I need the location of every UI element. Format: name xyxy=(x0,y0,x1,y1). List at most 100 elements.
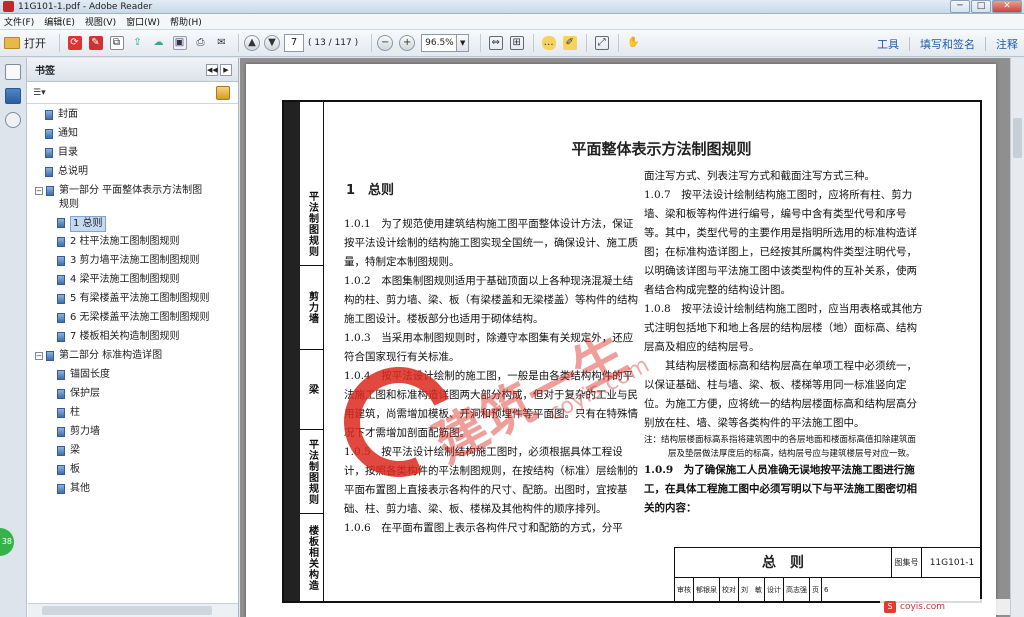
tb-field: 校对 xyxy=(720,578,739,602)
tb-field: 刘 敏 xyxy=(739,578,765,602)
paragraph: 1.0.1 为了规范使用建筑结构施工图平面整体设计方法，保证按平法设计绘制的结构… xyxy=(344,218,638,268)
zoom-in-button[interactable]: + xyxy=(399,35,416,51)
side-tab: 梁 xyxy=(300,350,324,430)
bookmark-item[interactable]: 剪力墙 xyxy=(57,425,100,443)
bookmarks-title: 书签 xyxy=(35,66,55,77)
bookmark-item[interactable]: 柱 xyxy=(57,406,80,424)
scroll-thumb[interactable] xyxy=(42,606,212,615)
title-block-label: 图集号 xyxy=(892,548,922,577)
fit-page-button[interactable]: ⊞ xyxy=(507,34,526,53)
toolbar-right-divider xyxy=(985,37,986,51)
ime-bar: S coyis.com xyxy=(880,599,1010,615)
edit-pdf-icon: ✎ xyxy=(88,36,103,50)
ime-icon[interactable]: S xyxy=(884,601,896,613)
zoom-dropdown-button[interactable]: ▼ xyxy=(457,34,470,52)
bookmark-item[interactable]: 3 剪力墙平法施工图制图规则 xyxy=(57,254,200,272)
menu-edit[interactable]: 编辑(E) xyxy=(44,15,75,28)
bookmark-item[interactable]: 6 无梁楼盖平法施工图制图规则 xyxy=(57,311,210,329)
combine-button[interactable]: ⧉ xyxy=(107,34,126,53)
side-tab: 平法制图规则 xyxy=(300,182,324,266)
open-label: 打开 xyxy=(24,37,46,50)
bookmark-item[interactable]: 梁 xyxy=(57,444,80,462)
attachments-icon[interactable] xyxy=(5,112,21,128)
hand-tool-button[interactable]: ✋ xyxy=(624,34,643,53)
close-button[interactable]: ✕ xyxy=(992,0,1022,13)
open-button[interactable]: 打开 xyxy=(4,35,46,51)
tb-field: 设计 xyxy=(765,578,784,602)
email-icon: ✉ xyxy=(217,37,226,48)
expand-button[interactable]: ⤢ xyxy=(592,34,611,53)
bookmark-item[interactable]: 锚固长度 xyxy=(57,368,110,386)
tb-field: 审核 xyxy=(675,578,694,602)
bookmarks-toolbar: ☰▾ xyxy=(27,82,238,104)
collapse-icon[interactable]: − xyxy=(35,187,43,195)
toolbar-divider xyxy=(618,34,620,52)
bookmark-item[interactable]: 7 楼板相关构造制图规则 xyxy=(57,330,180,348)
minimize-button[interactable]: ─ xyxy=(950,0,970,13)
zoom-out-button[interactable]: − xyxy=(377,35,394,51)
menu-bar: 文件(F) 编辑(E) 视图(V) 窗口(W) 帮助(H) xyxy=(0,14,1024,30)
bookmark-options-button[interactable]: ☰▾ xyxy=(33,88,46,98)
menu-file[interactable]: 文件(F) xyxy=(4,15,34,28)
print-button[interactable]: ⎙ xyxy=(191,34,210,53)
save-button[interactable]: ▣ xyxy=(170,34,189,53)
bookmark-item-selected[interactable]: 1 总则 xyxy=(57,216,106,234)
collapse-icon[interactable]: − xyxy=(35,352,43,360)
page-thumbnails-icon[interactable] xyxy=(5,64,21,80)
highlight-button[interactable]: ✐ xyxy=(560,34,579,53)
bookmark-item[interactable]: 封面 xyxy=(45,108,78,126)
window-title: 11G101-1.pdf - Adobe Reader xyxy=(18,1,153,12)
watermark: 建筑一生 coyis.com xyxy=(328,325,654,493)
tools-link[interactable]: 工具 xyxy=(877,36,899,52)
share-button[interactable]: ⇪ xyxy=(128,34,147,53)
page-number-input[interactable]: 7 xyxy=(284,34,304,52)
bookmark-item[interactable]: 2 柱平法施工图制图规则 xyxy=(57,235,180,253)
bookmark-tree: 封面 通知 目录 总说明 − 第一部分 平面整体表示方法制图规则 1 总则 2 柱… xyxy=(27,106,239,601)
edit-pdf-button[interactable]: ✎ xyxy=(86,34,105,53)
maximize-button[interactable]: □ xyxy=(971,0,991,13)
bookmark-item[interactable]: 通知 xyxy=(45,127,78,145)
next-page-button[interactable]: ▼ xyxy=(264,35,280,51)
zoom-level-input[interactable]: 96.5% xyxy=(421,34,458,52)
bookmark-item[interactable]: 目录 xyxy=(45,146,78,164)
scroll-thumb[interactable] xyxy=(1013,118,1022,158)
menu-help[interactable]: 帮助(H) xyxy=(170,15,202,28)
bookmark-item[interactable]: 总说明 xyxy=(45,165,88,183)
bookmark-item[interactable]: 4 梁平法施工图制图规则 xyxy=(57,273,180,291)
paragraph: 1.0.6 在平面布置图上表示各构件尺寸和配筋的方式，分平 xyxy=(344,522,623,534)
email-button[interactable]: ✉ xyxy=(212,34,231,53)
fill-sign-link[interactable]: 填写和签名 xyxy=(920,36,975,52)
fit-page-icon: ⊞ xyxy=(509,36,524,50)
document-vscrollbar[interactable] xyxy=(1010,58,1024,617)
print-icon: ⎙ xyxy=(196,37,205,48)
hand-icon: ✋ xyxy=(627,37,640,48)
new-bookmark-icon[interactable] xyxy=(216,86,230,100)
bookmark-item-part1[interactable]: − 第一部分 平面整体表示方法制图规则 xyxy=(35,184,205,214)
bookmark-icon xyxy=(46,351,54,361)
bookmark-item-part2[interactable]: − 第二部分 标准构造详图 xyxy=(35,349,162,367)
bookmark-item[interactable]: 保护层 xyxy=(57,387,100,405)
bookmark-icon xyxy=(57,294,65,304)
bookmark-item[interactable]: 板 xyxy=(57,463,80,481)
bookmark-item[interactable]: 其他 xyxy=(57,482,90,500)
toolbar-right-divider xyxy=(909,37,910,51)
bookmark-icon xyxy=(57,313,65,323)
panel-menu-button[interactable]: ▶ xyxy=(220,64,232,76)
bookmark-icon xyxy=(57,332,65,342)
comment-button[interactable]: … xyxy=(539,34,558,53)
cloud-icon: ☁ xyxy=(153,37,164,48)
create-pdf-button[interactable]: ⟳ xyxy=(65,34,84,53)
comment-link[interactable]: 注释 xyxy=(996,36,1018,52)
fit-width-button[interactable]: ⇔ xyxy=(486,34,505,53)
previous-page-button[interactable]: ▲ xyxy=(244,35,260,51)
tb-field: 郁银泉 xyxy=(694,578,720,602)
bookmark-item[interactable]: 5 有梁楼盖平法施工图制图规则 xyxy=(57,292,210,310)
title-block-number: 11G101-1 xyxy=(929,558,975,568)
collapse-panel-button[interactable]: ◀◀ xyxy=(206,64,218,76)
toolbar-divider xyxy=(480,34,482,52)
bookmarks-hscrollbar[interactable] xyxy=(28,603,238,617)
menu-view[interactable]: 视图(V) xyxy=(85,15,116,28)
cloud-button[interactable]: ☁ xyxy=(149,34,168,53)
bookmarks-icon[interactable] xyxy=(5,88,21,104)
menu-window[interactable]: 窗口(W) xyxy=(126,15,160,28)
